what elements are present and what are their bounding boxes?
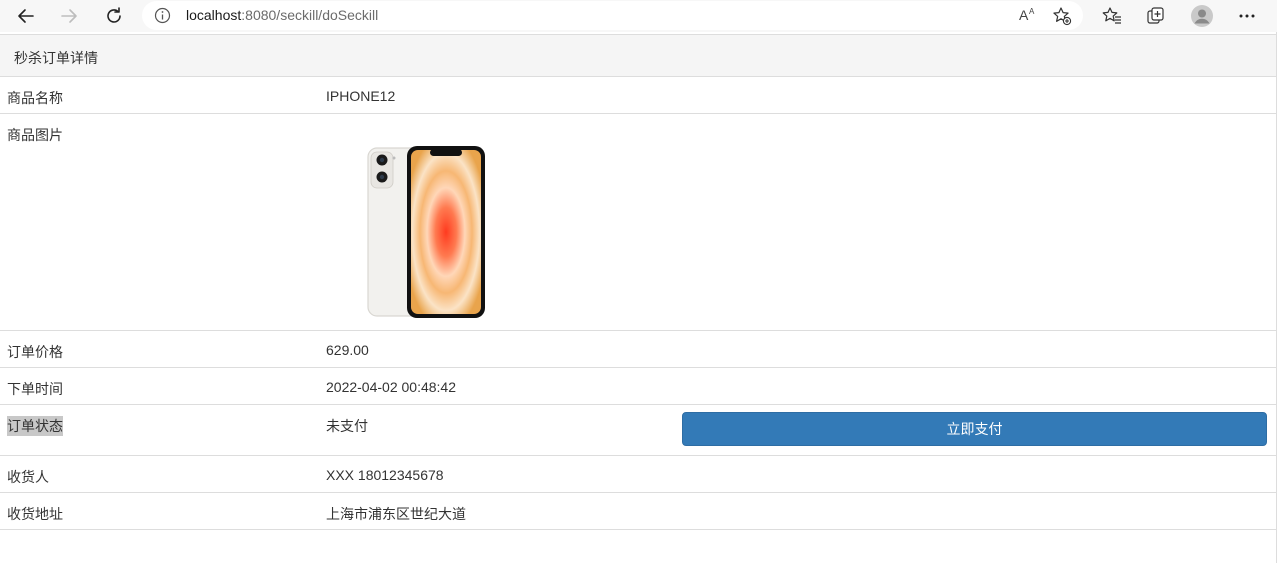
url-path: :8080/seckill/doSeckill bbox=[241, 7, 379, 23]
value-receiver: XXX 18012345678 bbox=[326, 467, 444, 483]
info-icon[interactable] bbox=[154, 7, 171, 27]
label-order-time: 下单时间 bbox=[7, 381, 63, 397]
row-product-image: 商品图片 bbox=[0, 114, 1276, 331]
svg-text:A: A bbox=[1029, 7, 1035, 16]
forward-icon[interactable] bbox=[53, 0, 85, 32]
page-title: 秒杀订单详情 bbox=[14, 50, 98, 66]
refresh-icon[interactable] bbox=[98, 0, 130, 32]
url-text[interactable]: localhost:8080/seckill/doSeckill bbox=[186, 7, 378, 23]
value-order-time: 2022-04-02 00:48:42 bbox=[326, 379, 456, 395]
label-receiver: 收货人 bbox=[7, 469, 49, 485]
value-order-price: 629.00 bbox=[326, 342, 369, 358]
profile-icon[interactable] bbox=[1186, 0, 1218, 32]
label-product-image: 商品图片 bbox=[7, 127, 63, 143]
favorites-icon[interactable] bbox=[1096, 0, 1128, 32]
value-address: 上海市浦东区世纪大道 bbox=[326, 506, 466, 522]
order-detail-panel: 秒杀订单详情 商品名称 IPHONE12 商品图片 订单价格 629.00 下单… bbox=[0, 34, 1277, 530]
row-product-name: 商品名称 IPHONE12 bbox=[0, 77, 1276, 114]
row-order-price: 订单价格 629.00 bbox=[0, 331, 1276, 368]
pay-now-button[interactable]: 立即支付 bbox=[682, 412, 1267, 446]
label-product-name: 商品名称 bbox=[7, 90, 63, 106]
product-image bbox=[367, 146, 485, 318]
row-receiver: 收货人 XXX 18012345678 bbox=[0, 456, 1276, 493]
label-order-status: 订单状态 bbox=[7, 416, 63, 436]
address-bar[interactable]: localhost:8080/seckill/doSeckill AA bbox=[142, 1, 1083, 30]
back-icon[interactable] bbox=[10, 0, 42, 32]
label-address: 收货地址 bbox=[7, 506, 63, 522]
panel-heading: 秒杀订单详情 bbox=[0, 35, 1276, 77]
row-order-status: 订单状态 未支付 立即支付 bbox=[0, 405, 1276, 456]
row-order-time: 下单时间 2022-04-02 00:48:42 bbox=[0, 368, 1276, 405]
read-aloud-icon[interactable]: AA bbox=[1018, 6, 1038, 27]
more-icon[interactable] bbox=[1231, 0, 1263, 32]
svg-text:A: A bbox=[1019, 7, 1029, 23]
row-address: 收货地址 上海市浦东区世纪大道 bbox=[0, 493, 1276, 530]
url-host: localhost bbox=[186, 7, 242, 23]
value-order-status: 未支付 bbox=[326, 418, 368, 434]
label-order-price: 订单价格 bbox=[7, 344, 63, 360]
collections-icon[interactable] bbox=[1140, 0, 1172, 32]
value-product-name: IPHONE12 bbox=[326, 88, 396, 104]
browser-toolbar: localhost:8080/seckill/doSeckill AA bbox=[0, 0, 1277, 32]
add-favorite-icon[interactable] bbox=[1052, 6, 1072, 29]
